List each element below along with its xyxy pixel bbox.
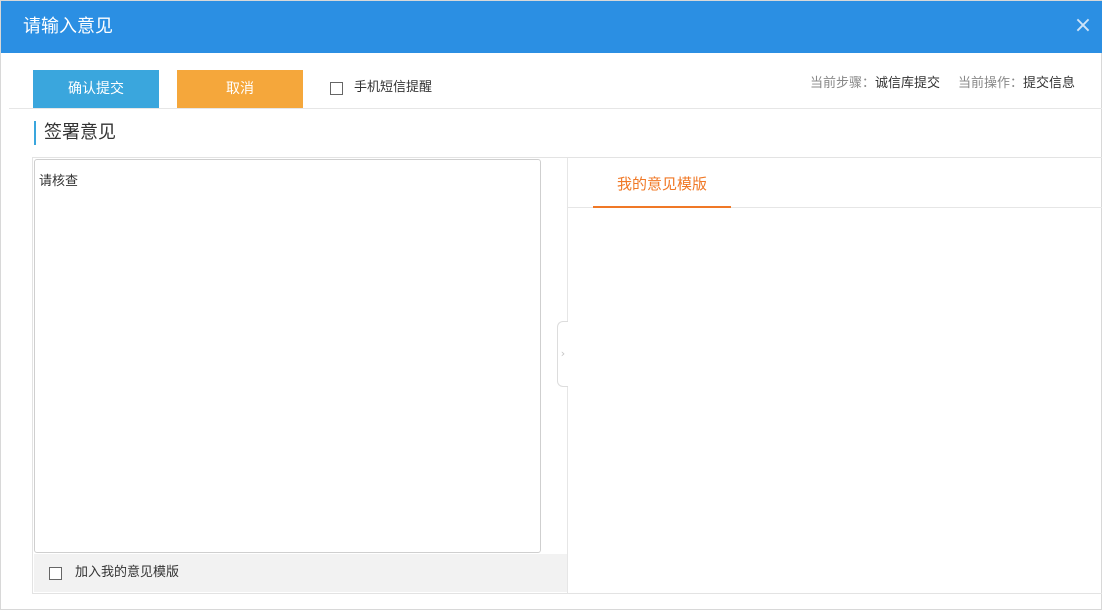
section-title: 签署意见 xyxy=(34,121,116,145)
add-template-label[interactable]: 加入我的意见模版 xyxy=(75,563,179,583)
cancel-button[interactable]: 取消 xyxy=(177,70,303,108)
current-action-label: 当前操作： xyxy=(957,76,1023,91)
confirm-submit-button[interactable]: 确认提交 xyxy=(33,70,159,108)
opinion-textarea[interactable]: 请核查 xyxy=(34,159,541,553)
sms-reminder-label[interactable]: 手机短信提醒 xyxy=(354,78,432,98)
sms-reminder-checkbox[interactable] xyxy=(330,82,343,95)
current-action-value: 提交信息 xyxy=(1022,76,1075,91)
dialog-title: 请输入意见 xyxy=(23,16,113,37)
opinion-dialog: 请输入意见 × 确认提交 取消 手机短信提醒 当前步骤：诚信库提交 当前操作：提交… xyxy=(0,0,1102,610)
collapse-handle-icon[interactable]: › xyxy=(557,321,568,387)
step-info: 当前步骤：诚信库提交 当前操作：提交信息 xyxy=(810,75,1075,93)
add-template-checkbox[interactable] xyxy=(49,567,62,580)
close-icon[interactable]: × xyxy=(1071,15,1095,39)
current-step-label: 当前步骤： xyxy=(809,76,875,91)
current-step-value: 诚信库提交 xyxy=(874,76,940,91)
dialog-titlebar: 请输入意见 × xyxy=(1,1,1102,53)
toolbar-divider xyxy=(9,108,1102,109)
tab-my-templates[interactable]: 我的意见模版 xyxy=(593,173,731,208)
